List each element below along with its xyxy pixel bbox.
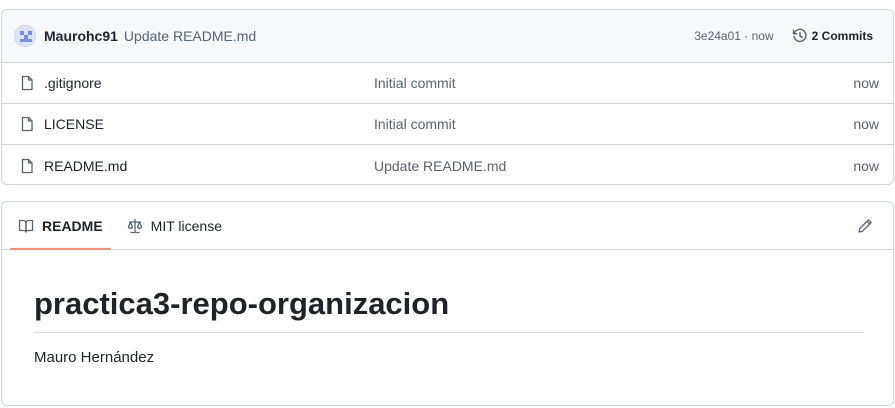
- file-icon: [19, 75, 35, 91]
- file-commit-time: now: [853, 116, 879, 132]
- file-icon: [19, 158, 35, 174]
- commit-sha-link[interactable]: 3e24a01 · now: [694, 29, 773, 43]
- pencil-icon[interactable]: [857, 218, 873, 234]
- file-commit-time: now: [853, 75, 879, 91]
- latest-commit-bar: Maurohc91 Update README.md 3e24a01 · now…: [2, 10, 893, 63]
- book-icon: [18, 219, 34, 233]
- commit-author-link[interactable]: Maurohc91: [44, 28, 118, 44]
- readme-paragraph: Mauro Hernández: [34, 349, 155, 366]
- law-icon: [127, 218, 142, 233]
- identicon-avatar-icon[interactable]: [14, 25, 36, 47]
- file-row-readme[interactable]: README.md Update README.md now: [2, 145, 893, 184]
- file-name-link[interactable]: .gitignore: [44, 75, 374, 91]
- file-icon: [19, 116, 35, 132]
- file-commit-message-link[interactable]: Initial commit: [374, 75, 853, 91]
- readme-content: practica3-repo-organizacion Mauro Hernán…: [2, 250, 893, 366]
- readme-tabs: README MIT license: [2, 202, 893, 250]
- history-icon: [792, 28, 807, 43]
- commits-count-label: 2 Commits: [811, 29, 873, 43]
- file-commit-time: now: [853, 157, 879, 174]
- readme-heading: practica3-repo-organizacion: [34, 286, 864, 333]
- tab-readme[interactable]: README: [10, 202, 111, 250]
- file-browser: Maurohc91 Update README.md 3e24a01 · now…: [1, 9, 894, 185]
- file-name-link[interactable]: README.md: [44, 158, 374, 174]
- file-name-link[interactable]: LICENSE: [44, 116, 374, 132]
- file-commit-message-link[interactable]: Initial commit: [374, 116, 853, 132]
- file-row-license[interactable]: LICENSE Initial commit now: [2, 104, 893, 145]
- file-row-gitignore[interactable]: .gitignore Initial commit now: [2, 63, 893, 104]
- tab-readme-label: README: [42, 217, 103, 234]
- file-commit-message-link[interactable]: Update README.md: [374, 158, 853, 174]
- commit-message-link[interactable]: Update README.md: [124, 28, 256, 44]
- commits-history-link[interactable]: 2 Commits: [792, 28, 873, 44]
- tab-license[interactable]: MIT license: [119, 202, 230, 249]
- readme-panel: README MIT license practica3-repo-organi…: [1, 201, 894, 406]
- tab-license-label: MIT license: [150, 217, 222, 234]
